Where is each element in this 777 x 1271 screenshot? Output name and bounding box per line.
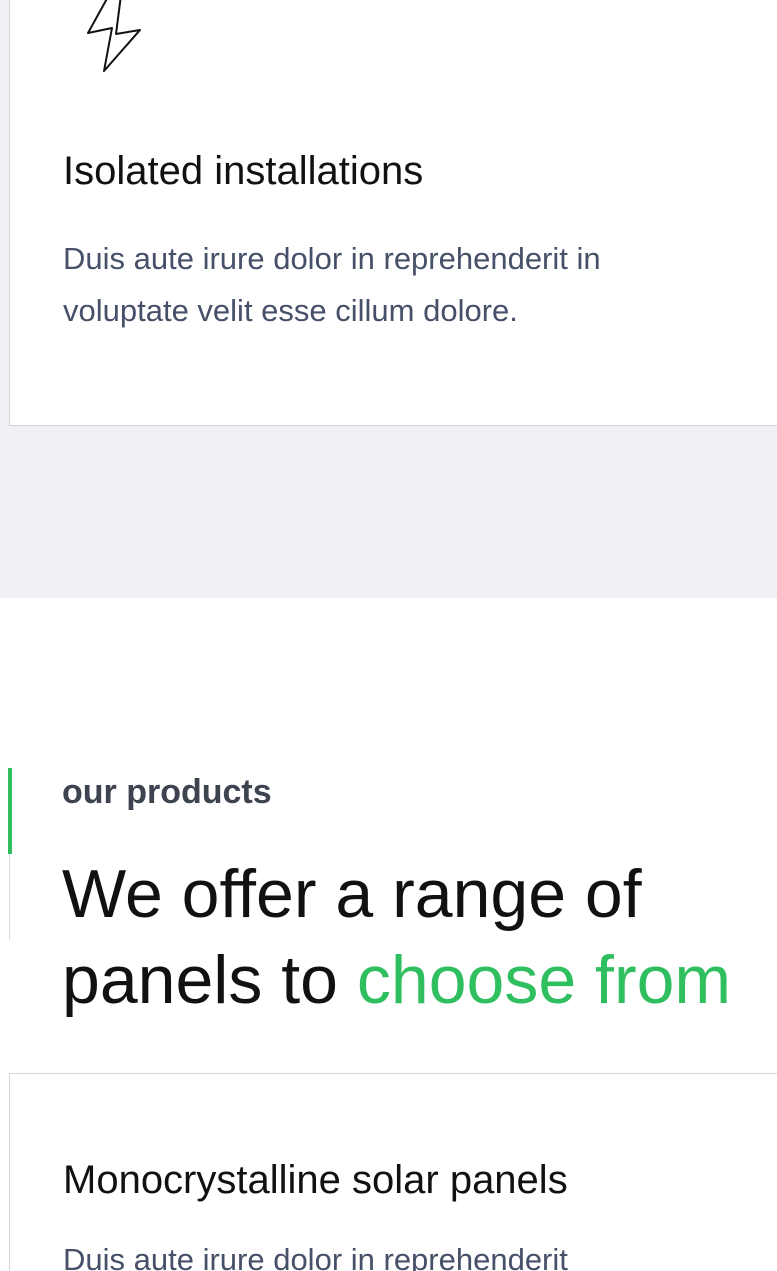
feature-card-isolated-installations: Isolated installations Duis aute irure d…	[9, 0, 777, 426]
product-card-description: Duis aute irure dolor in reprehenderit	[63, 1242, 568, 1271]
feature-card-description-line1: Duis aute irure dolor in reprehenderit i…	[63, 241, 601, 276]
section-divider-line	[9, 854, 10, 940]
section-eyebrow: our products	[62, 773, 272, 811]
section-heading-accent: choose from	[356, 942, 732, 1018]
section-accent-bar	[8, 768, 12, 854]
product-card-monocrystalline: Monocrystalline solar panels Duis aute i…	[9, 1073, 777, 1271]
product-card-title: Monocrystalline solar panels	[63, 1158, 568, 1202]
page: Isolated installations Duis aute irure d…	[0, 0, 777, 1271]
feature-card-description-line2: voluptate velit esse cillum dolore.	[63, 293, 518, 328]
section-heading: We offer a range of panels to choose from	[62, 851, 731, 1023]
feature-card-title: Isolated installations	[63, 149, 424, 193]
feature-card-description: Duis aute irure dolor in reprehenderit i…	[63, 233, 601, 337]
section-heading-line1: We offer a range of	[62, 856, 642, 932]
lightning-bolt-icon	[87, 0, 141, 72]
section-heading-line2: panels to	[62, 942, 357, 1018]
